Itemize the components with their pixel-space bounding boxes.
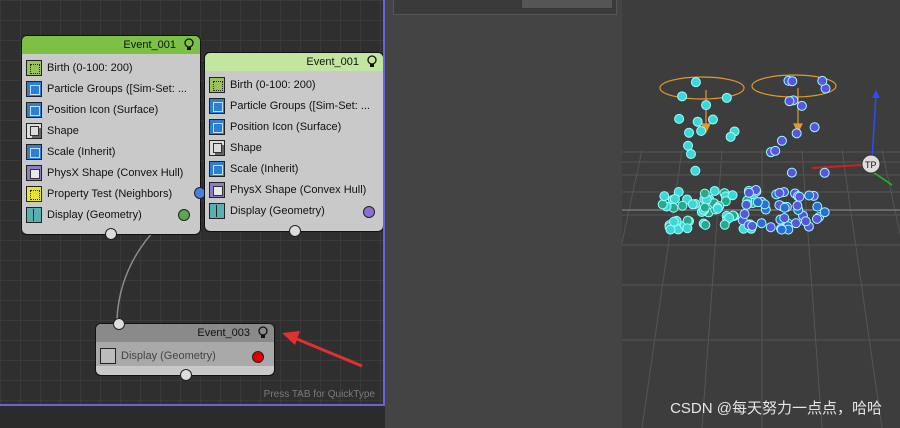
particle — [683, 140, 694, 151]
particle — [790, 218, 801, 229]
particle — [792, 200, 803, 211]
particle — [674, 113, 685, 124]
particle — [756, 218, 767, 229]
particle — [787, 76, 798, 87]
particle — [776, 224, 787, 235]
particle — [709, 185, 720, 196]
particle — [700, 219, 711, 230]
particle — [817, 75, 828, 86]
particle — [786, 167, 797, 178]
particle — [696, 125, 707, 136]
quicktype-hint: Press TAB for QuickType — [263, 389, 375, 400]
particle — [721, 92, 732, 103]
viewport-3d[interactable]: TP CSDN @每天努力一点点，哈哈 — [622, 0, 900, 428]
particle — [739, 209, 750, 220]
particle — [690, 165, 701, 176]
particle — [699, 202, 710, 213]
particle — [712, 203, 723, 214]
particle — [690, 77, 701, 88]
particle — [796, 100, 807, 111]
watermark-text: CSDN @每天努力一点点，哈哈 — [670, 400, 882, 417]
particle — [791, 128, 802, 139]
particle — [685, 148, 696, 159]
particle — [677, 91, 688, 102]
particle — [707, 114, 718, 125]
particle — [744, 187, 755, 198]
viewport-scene: TP — [622, 74, 900, 428]
particle — [701, 100, 712, 111]
particle — [727, 190, 738, 201]
particle — [741, 199, 752, 210]
particle — [779, 202, 790, 213]
particle — [774, 188, 785, 199]
particle — [682, 223, 693, 234]
particle — [809, 122, 820, 133]
particle — [800, 216, 811, 227]
panel-toolbar — [393, 0, 617, 15]
particle — [812, 213, 823, 224]
side-panel — [385, 0, 622, 428]
particle — [770, 145, 781, 156]
panel-button[interactable] — [522, 0, 612, 8]
particle — [684, 127, 695, 138]
particle — [765, 222, 776, 233]
particle — [677, 200, 688, 211]
particle — [699, 188, 710, 199]
particle-view-canvas[interactable]: Event_001 Birth (0-100: 200) Particle Gr… — [0, 0, 385, 406]
particle — [725, 131, 736, 142]
particle — [747, 220, 758, 231]
gizmo-label: TP — [865, 160, 877, 170]
particle — [692, 116, 703, 127]
particle — [687, 199, 698, 210]
particle — [804, 190, 815, 201]
particle — [719, 219, 730, 230]
particle — [779, 213, 790, 224]
particle — [776, 135, 787, 146]
particle — [819, 207, 830, 218]
particle — [794, 191, 805, 202]
particle — [819, 167, 830, 178]
particle — [669, 193, 680, 204]
particle — [784, 96, 795, 107]
particle — [668, 216, 679, 227]
annotation-arrow — [282, 331, 363, 368]
particle — [657, 199, 668, 210]
particle — [659, 191, 670, 202]
particle — [752, 197, 763, 208]
